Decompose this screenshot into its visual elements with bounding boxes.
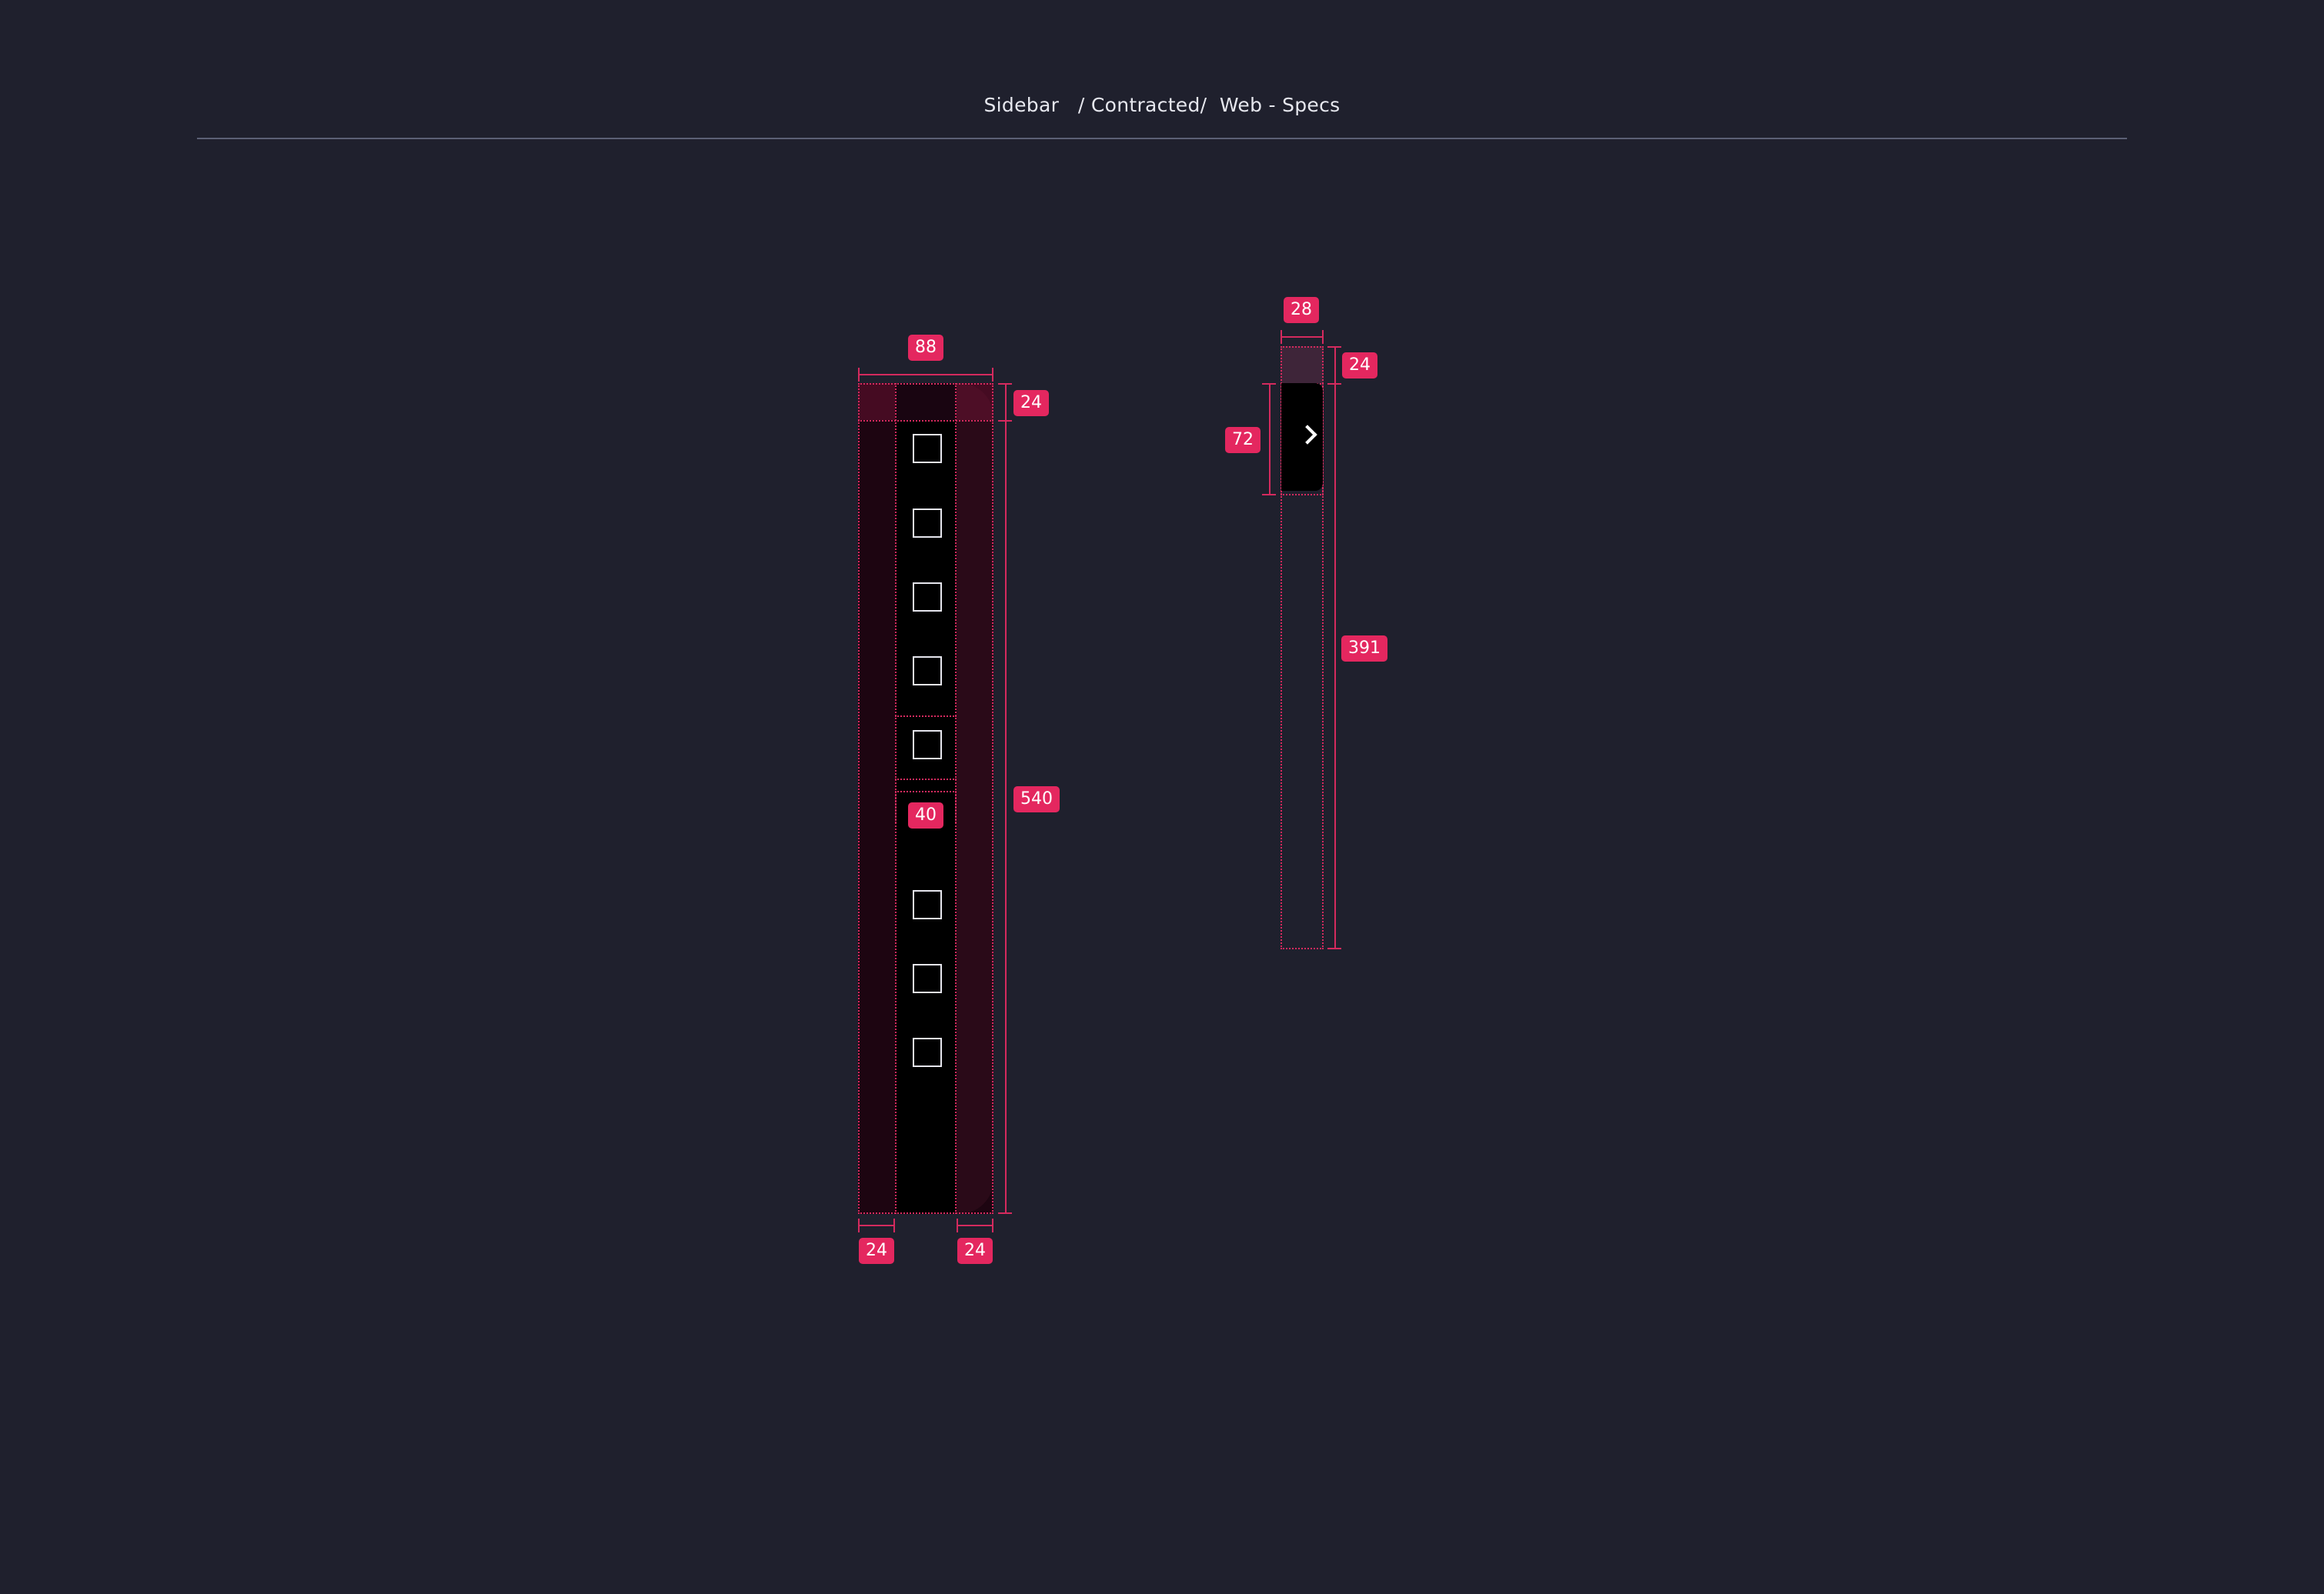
dimension-tick xyxy=(998,1212,1012,1214)
tab-width-badge: 28 xyxy=(1284,297,1319,323)
dimension-tick xyxy=(858,368,860,382)
square-icon[interactable] xyxy=(913,964,942,993)
tab-button-height-badge: 72 xyxy=(1225,427,1261,453)
dimension-tick xyxy=(998,420,1012,422)
dimension-tick xyxy=(858,1219,860,1232)
height-badge: 540 xyxy=(1013,786,1060,812)
dimension-tick xyxy=(1322,330,1324,344)
dimension-tick xyxy=(1327,383,1341,385)
sidebar-top-guide xyxy=(858,420,993,422)
square-icon[interactable] xyxy=(913,656,942,685)
header-divider xyxy=(197,138,2127,139)
square-icon[interactable] xyxy=(913,890,942,919)
square-icon[interactable] xyxy=(913,582,942,612)
page-title: Sidebar / Contracted/ Web - Specs xyxy=(983,94,1341,116)
left-padding-badge: 24 xyxy=(859,1238,894,1264)
square-icon[interactable] xyxy=(913,730,942,759)
tab-button-height-line xyxy=(1269,383,1271,495)
square-icon[interactable] xyxy=(913,1038,942,1067)
width-badge: 88 xyxy=(908,335,943,361)
dimension-tick xyxy=(992,368,993,382)
top-padding-badge: 24 xyxy=(1013,390,1049,416)
left-padding-dimension-line xyxy=(858,1225,895,1226)
right-padding-badge: 24 xyxy=(957,1238,993,1264)
dimension-tick xyxy=(1262,494,1276,495)
dimension-tick xyxy=(992,1219,993,1232)
dimension-tick xyxy=(998,383,1012,385)
square-icon[interactable] xyxy=(913,434,942,463)
dimension-tick xyxy=(1327,346,1341,348)
dimension-tick xyxy=(957,1219,958,1232)
right-padding-dimension-line xyxy=(957,1225,993,1226)
dimension-tick xyxy=(1262,383,1276,385)
item-gap-badge: 40 xyxy=(908,802,943,829)
tab-height-dimension-line xyxy=(1334,346,1336,949)
height-dimension-line xyxy=(1005,383,1007,1214)
dimension-tick xyxy=(1327,948,1341,949)
square-icon[interactable] xyxy=(913,509,942,538)
dimension-tick xyxy=(893,1219,895,1232)
tab-track-height-badge: 391 xyxy=(1341,635,1387,662)
tab-top-offset-badge: 24 xyxy=(1342,352,1377,378)
width-dimension-line xyxy=(858,374,993,375)
tab-width-dimension-line xyxy=(1281,336,1324,338)
dimension-tick xyxy=(1281,330,1282,344)
